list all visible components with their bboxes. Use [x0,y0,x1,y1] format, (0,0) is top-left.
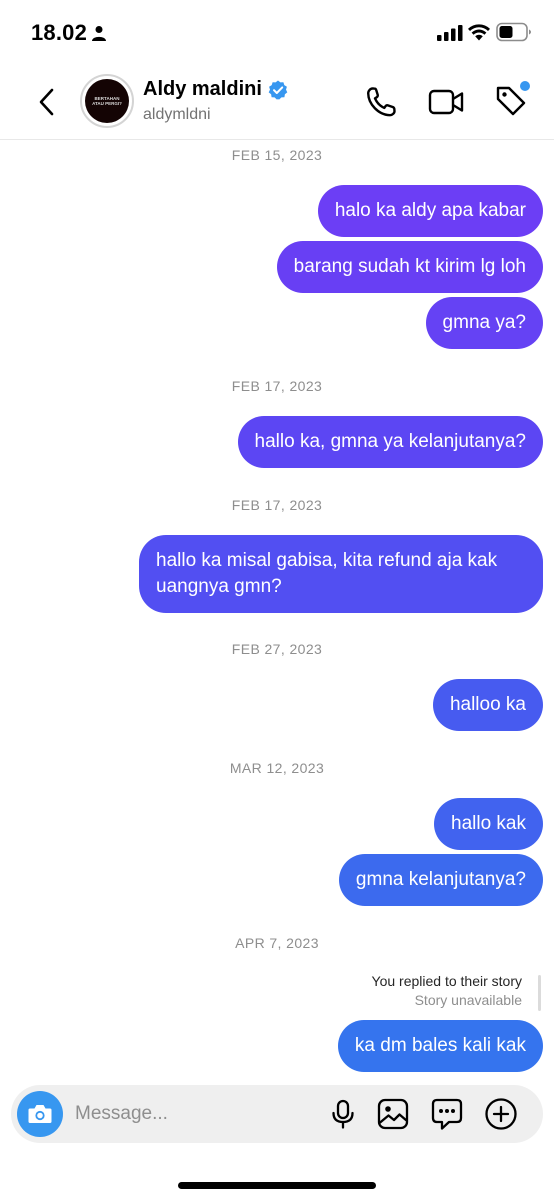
date-separator: FEB 27, 2023 [231,641,323,657]
person-icon [92,26,106,41]
message-bubble[interactable]: halo ka aldy apa kabar [317,185,543,237]
status-time: 18.02 [31,20,88,45]
avatar-image: BERTAHAN ATAU PERGI? [85,79,129,123]
message-bubble[interactable]: hallo ka, gmna ya kelanjutanya? [237,416,543,468]
date-separator: FEB 17, 2023 [231,497,323,513]
plus-icon[interactable] [484,1097,518,1131]
story-reply-note: You replied to their story Story unavail… [372,973,522,1008]
message-input[interactable] [75,1099,315,1129]
contact-name[interactable]: Aldy maldini [143,78,262,101]
message-bubble[interactable]: gmna ya? [425,297,543,349]
date-separator: FEB 17, 2023 [231,378,323,394]
message-bubble[interactable]: gmna kelanjutanya? [338,854,543,906]
contact-handle: aldymldni [143,106,211,123]
verified-badge-icon [268,80,288,100]
date-separator: MAR 12, 2023 [229,760,325,776]
date-separator: APR 7, 2023 [235,935,319,951]
message-bubble[interactable]: hallo ka misal gabisa, kita refund aja k… [139,535,543,613]
chat-header: BERTAHAN ATAU PERGI? Aldy maldini aldyml… [0,64,554,140]
tag-icon[interactable] [492,80,532,120]
video-camera-icon[interactable] [427,86,465,118]
avatar-text: BERTAHAN ATAU PERGI? [92,96,122,106]
battery-icon [496,22,531,42]
sticker-icon[interactable] [430,1097,464,1131]
message-bubble[interactable]: halloo ka [432,679,543,731]
phone-icon[interactable] [364,84,398,120]
message-bubble[interactable]: barang sudah kt kirim lg loh [276,241,543,293]
story-reply-subtitle: Story unavailable [414,992,522,1008]
story-reply-title: You replied to their story [371,973,522,989]
message-bubble[interactable]: hallo kak [434,798,543,850]
back-arrow-icon[interactable] [32,84,62,120]
status-bar: 18.02 [0,0,554,64]
gallery-icon[interactable] [377,1098,409,1130]
wifi-icon [468,24,490,41]
microphone-icon[interactable] [329,1099,357,1129]
signal-icon [437,25,463,41]
message-composer [11,1085,543,1143]
home-indicator [178,1182,376,1189]
camera-button[interactable] [17,1091,63,1137]
camera-icon [28,1105,52,1123]
message-bubble[interactable]: ka dm bales kali kak [337,1020,543,1072]
story-reply-bar [538,975,541,1011]
avatar[interactable]: BERTAHAN ATAU PERGI? [80,74,134,128]
date-separator: FEB 15, 2023 [231,147,323,163]
